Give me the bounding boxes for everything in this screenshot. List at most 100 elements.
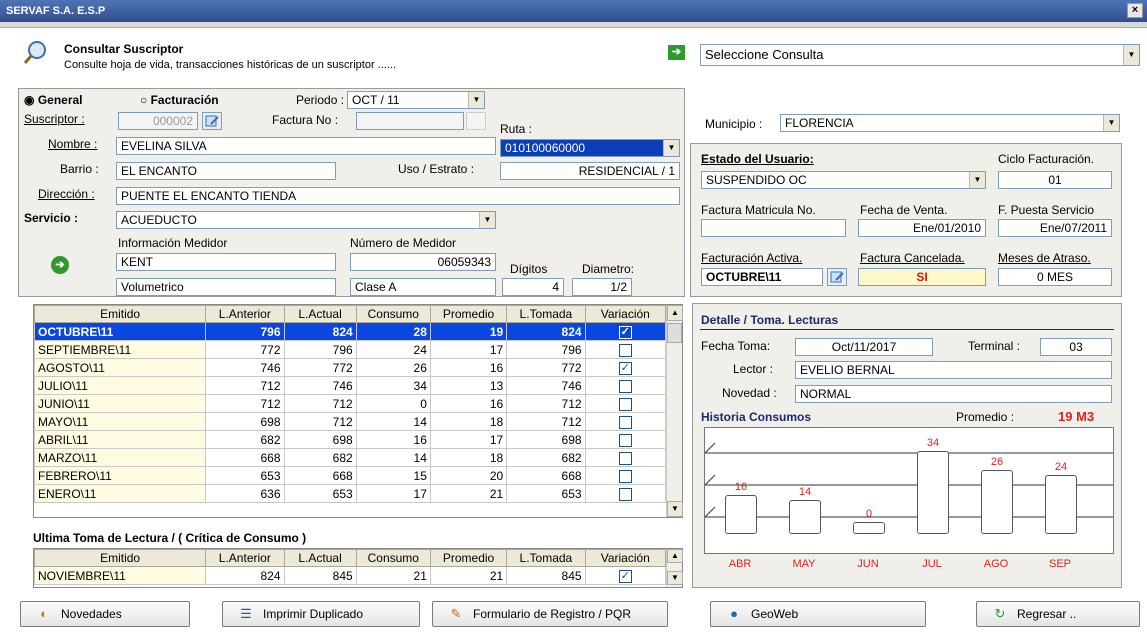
fecha-toma-field[interactable]: Oct/11/2017 [795, 338, 933, 356]
column-header[interactable]: Emitido [33, 549, 207, 567]
checkbox-unchecked-icon[interactable] [618, 397, 632, 411]
column-header[interactable]: L.Actual [283, 549, 357, 567]
geoweb-button[interactable]: ● GeoWeb [710, 601, 926, 627]
facturacion-activa-search-button[interactable] [827, 268, 847, 286]
grid-cell[interactable]: 682 [283, 448, 357, 467]
facturacion-activa-field[interactable]: OCTUBRE\11 [701, 268, 823, 286]
grid-cell[interactable]: 16 [429, 394, 508, 413]
checkbox-unchecked-icon[interactable] [618, 433, 632, 447]
grid-cell[interactable]: 746 [205, 358, 285, 377]
radio-facturacion[interactable]: ○ Facturación [140, 93, 219, 107]
checkbox-unchecked-icon[interactable] [618, 487, 632, 501]
arrow-right-icon[interactable]: ➔ [51, 256, 69, 274]
grid-cell[interactable]: AGOSTO\11 [33, 358, 207, 377]
grid-cell[interactable]: JULIO\11 [33, 376, 207, 395]
grid-cell[interactable]: 653 [205, 466, 285, 485]
column-header[interactable]: L.Actual [283, 305, 357, 323]
grid-cell[interactable]: 18 [429, 412, 508, 431]
grid-cell[interactable]: 712 [205, 394, 285, 413]
ciclo-facturacion-field[interactable]: 01 [998, 171, 1112, 189]
grid-cell[interactable]: 26 [355, 358, 431, 377]
table-row[interactable]: MARZO\11 668 682 14 18 682 [33, 448, 667, 467]
grid-cell[interactable]: 0 [355, 394, 431, 413]
column-header[interactable]: Promedio [429, 549, 508, 567]
grid-cell[interactable]: 824 [283, 322, 357, 341]
grid-cell[interactable]: 712 [283, 394, 357, 413]
grid-cell[interactable]: 653 [283, 484, 357, 503]
diametro-field[interactable]: 1/2 [572, 278, 632, 296]
checkbox-checked-icon[interactable]: ✓ [618, 361, 632, 375]
grid-cell[interactable]: 824 [205, 566, 285, 585]
grid-cell[interactable]: 14 [355, 448, 431, 467]
grid-cell[interactable]: 17 [429, 430, 508, 449]
scroll-thumb[interactable] [667, 323, 682, 343]
grid-cell[interactable]: 746 [506, 376, 586, 395]
grid-cell[interactable]: 682 [506, 448, 586, 467]
grid-cell[interactable]: 668 [283, 466, 357, 485]
grid-cell[interactable]: 845 [506, 566, 586, 585]
grid-cell[interactable]: 698 [506, 430, 586, 449]
regresar-button[interactable]: ↻ Regresar .. [976, 601, 1140, 627]
grid-cell[interactable]: MAYO\11 [33, 412, 207, 431]
variacion-cell[interactable] [584, 340, 667, 359]
factura-search-button[interactable] [466, 112, 486, 130]
variacion-cell[interactable]: ✓ [584, 566, 667, 585]
variacion-cell[interactable]: ✓ [584, 322, 667, 341]
grid-cell[interactable]: ABRIL\11 [33, 430, 207, 449]
novedad-field[interactable]: NORMAL [795, 385, 1112, 403]
table-row[interactable]: SEPTIEMBRE\11 772 796 24 17 796 [33, 340, 667, 359]
radio-general[interactable]: ◉ General [24, 93, 83, 107]
grid-cell[interactable]: 712 [506, 394, 586, 413]
fecha-venta-field[interactable]: Ene/01/2010 [858, 219, 986, 237]
grid-cell[interactable]: 824 [506, 322, 586, 341]
grid-cell[interactable]: 16 [429, 358, 508, 377]
terminal-field[interactable]: 03 [1040, 338, 1112, 356]
column-header[interactable]: Emitido [33, 305, 207, 323]
puesta-servicio-field[interactable]: Ene/07/2011 [998, 219, 1112, 237]
estado-usuario-select[interactable]: SUSPENDIDO OC ▼ [701, 171, 986, 189]
direccion-field[interactable]: PUENTE EL ENCANTO TIENDA [116, 187, 680, 205]
variacion-cell[interactable] [584, 448, 667, 467]
grid-cell[interactable]: 20 [429, 466, 508, 485]
lector-field[interactable]: EVELIO BERNAL [795, 361, 1112, 379]
factura-cancelada-field[interactable]: SI [858, 268, 986, 286]
municipio-select[interactable]: FLORENCIA ▼ [780, 114, 1120, 132]
column-header[interactable]: L.Anterior [205, 305, 285, 323]
grid-cell[interactable]: 34 [355, 376, 431, 395]
grid-cell[interactable]: 17 [429, 340, 508, 359]
column-header[interactable]: L.Anterior [205, 549, 285, 567]
column-header[interactable]: Consumo [355, 305, 431, 323]
scroll-up-icon[interactable]: ▲ [667, 305, 683, 321]
grid-cell[interactable]: OCTUBRE\11 [33, 322, 207, 341]
table-row[interactable]: NOVIEMBRE\11 824 845 21 21 845 ✓ [33, 566, 667, 585]
column-header[interactable]: Variación [584, 305, 667, 323]
grid-cell[interactable]: 668 [506, 466, 586, 485]
variacion-cell[interactable]: ✓ [584, 358, 667, 377]
grid-cell[interactable]: 796 [506, 340, 586, 359]
grid-cell[interactable]: JUNIO\11 [33, 394, 207, 413]
grid-cell[interactable]: 712 [283, 412, 357, 431]
numero-medidor-field[interactable]: 06059343 [350, 253, 496, 271]
grid-cell[interactable]: 24 [355, 340, 431, 359]
grid-cell[interactable]: 16 [355, 430, 431, 449]
uso-estrato-field[interactable]: RESIDENCIAL / 1 [500, 162, 680, 180]
column-header[interactable]: Variación [584, 549, 667, 567]
checkbox-checked-icon[interactable]: ✓ [618, 325, 632, 339]
grid-cell[interactable]: 21 [429, 566, 508, 585]
variacion-cell[interactable] [584, 484, 667, 503]
checkbox-unchecked-icon[interactable] [618, 379, 632, 393]
table-row[interactable]: AGOSTO\11 746 772 26 16 772 ✓ [33, 358, 667, 377]
grid-cell[interactable]: 772 [205, 340, 285, 359]
digitos-field[interactable]: 4 [502, 278, 564, 296]
tipo-medidor-field[interactable]: Volumetrico [116, 278, 336, 296]
column-header[interactable]: Promedio [429, 305, 508, 323]
grid-cell[interactable]: SEPTIEMBRE\11 [33, 340, 207, 359]
suscriptor-search-button[interactable] [202, 112, 222, 130]
table-row[interactable]: ENERO\11 636 653 17 21 653 [33, 484, 667, 503]
grid-cell[interactable]: 682 [205, 430, 285, 449]
grid-cell[interactable]: 746 [283, 376, 357, 395]
nombre-field[interactable]: EVELINA SILVA [116, 137, 496, 155]
grid-cell[interactable]: 796 [283, 340, 357, 359]
grid-cell[interactable]: 21 [355, 566, 431, 585]
factura-matricula-field[interactable] [701, 219, 846, 237]
